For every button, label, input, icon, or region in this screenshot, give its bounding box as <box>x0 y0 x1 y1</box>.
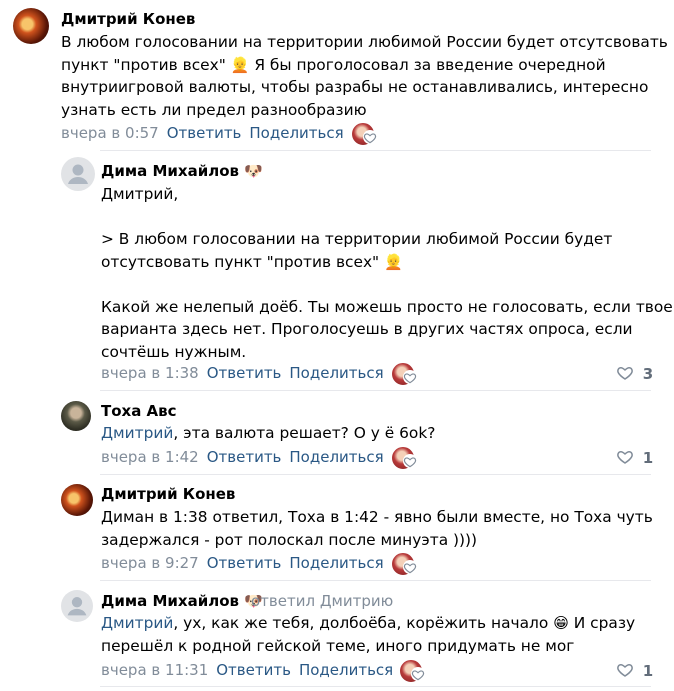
mention-link[interactable]: Дмитрий <box>101 614 173 632</box>
reactions-icon[interactable] <box>391 362 423 386</box>
like-button[interactable]: 3 <box>616 364 653 383</box>
comment-author[interactable]: Дмитрий Конев <box>61 10 195 28</box>
comment-text: Дмитрий, ух, как же тебя, долбоёба, корё… <box>101 614 636 655</box>
mention-link[interactable]: Дмитрий <box>101 424 173 442</box>
comment-text: Дмитрий, эта валюта решает? О у ё 6ok? <box>101 424 436 442</box>
comment-meta: вчера в 1:42 Ответить Поделиться <box>101 448 384 466</box>
person-emoji-icon: 👱 <box>230 55 250 74</box>
divider <box>100 390 651 391</box>
user-placeholder-icon <box>68 164 88 184</box>
comment-text: Дмитрий, > В любом голосовании на террит… <box>101 185 674 361</box>
heart-icon <box>617 366 633 380</box>
reply-button[interactable]: Ответить <box>216 661 291 679</box>
reactions-icon[interactable] <box>351 122 383 146</box>
share-button[interactable]: Поделиться <box>299 661 393 679</box>
timestamp[interactable]: вчера в 9:27 <box>101 554 199 572</box>
comment-author[interactable]: Дима Михайлов 🐶 <box>101 592 263 610</box>
timestamp[interactable]: вчера в 11:31 <box>101 661 208 679</box>
comment-meta: вчера в 9:27 Ответить Поделиться <box>101 554 384 572</box>
reactions-icon[interactable] <box>391 552 423 576</box>
share-button[interactable]: Поделиться <box>289 364 383 382</box>
divider <box>100 580 651 581</box>
heart-icon <box>617 450 633 464</box>
reply-button[interactable]: Ответить <box>207 448 282 466</box>
reactions-icon[interactable] <box>391 446 423 470</box>
comment-meta: вчера в 0:57 Ответить Поделиться <box>61 124 344 142</box>
share-button[interactable]: Поделиться <box>289 448 383 466</box>
grin-emoji-icon: 😁 <box>553 614 569 632</box>
avatar[interactable] <box>61 157 95 191</box>
comment-text: В любом голосовании на территории любимо… <box>61 33 668 119</box>
timestamp[interactable]: вчера в 0:57 <box>61 124 159 142</box>
like-count: 1 <box>642 662 654 680</box>
avatar[interactable] <box>61 401 91 431</box>
heart-icon <box>617 663 633 677</box>
reply-button[interactable]: Ответить <box>207 554 282 572</box>
replied-to-link[interactable]: ответил Дмитрию <box>251 592 393 610</box>
comment-author[interactable]: Тоха Авс <box>101 402 177 420</box>
avatar[interactable] <box>13 8 49 44</box>
divider <box>100 686 651 687</box>
comment-author[interactable]: Дима Михайлов 🐶 <box>101 162 263 180</box>
share-button[interactable]: Поделиться <box>289 554 383 572</box>
timestamp[interactable]: вчера в 1:42 <box>101 448 199 466</box>
like-button[interactable]: 1 <box>616 448 653 467</box>
avatar[interactable] <box>61 590 93 622</box>
like-button[interactable]: 1 <box>616 661 653 680</box>
dog-emoji-icon: 🐶 <box>244 162 263 180</box>
share-button[interactable]: Поделиться <box>249 124 343 142</box>
comment-meta: вчера в 1:38 Ответить Поделиться <box>101 364 384 382</box>
reactions-icon[interactable] <box>399 659 431 683</box>
user-placeholder-icon <box>67 597 87 616</box>
like-count: 3 <box>642 365 654 383</box>
avatar[interactable] <box>61 484 93 516</box>
reply-button[interactable]: Ответить <box>207 364 282 382</box>
comment-author[interactable]: Дмитрий Конев <box>101 485 235 503</box>
comment-text: Диман в 1:38 ответил, Тоха в 1:42 - явно… <box>101 508 653 549</box>
divider <box>100 474 651 475</box>
person-emoji-icon: 👱 <box>384 252 403 271</box>
comment-meta: вчера в 11:31 Ответить Поделиться <box>101 661 393 679</box>
timestamp[interactable]: вчера в 1:38 <box>101 364 199 382</box>
divider <box>100 150 651 151</box>
reply-button[interactable]: Ответить <box>167 124 242 142</box>
like-count: 1 <box>642 449 654 467</box>
